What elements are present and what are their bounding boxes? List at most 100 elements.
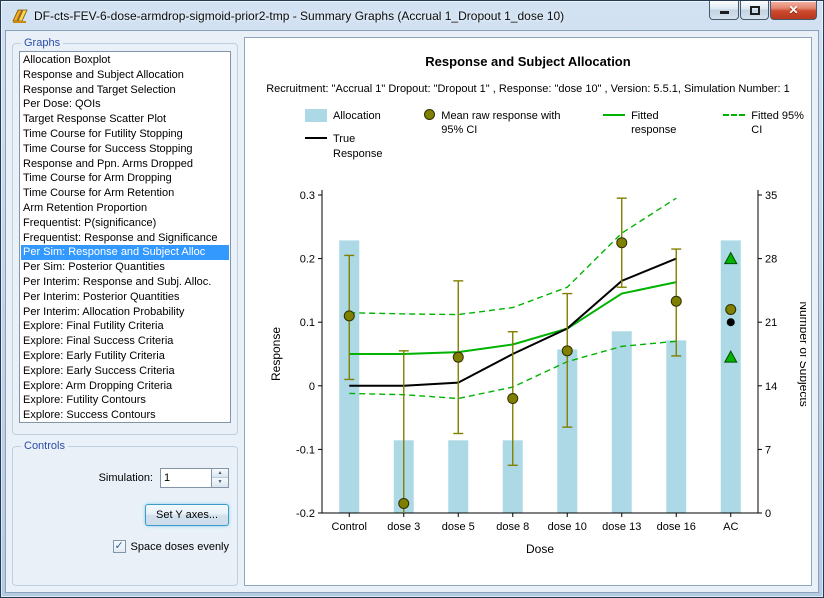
legend-item-true-response: True Response [305, 132, 400, 161]
left-axis-label: Response [269, 327, 283, 381]
chart-panel: Response and Subject Allocation Recruitm… [244, 37, 812, 586]
svg-text:14: 14 [765, 381, 777, 393]
graph-list-item[interactable]: Time Course for Arm Dropping [21, 171, 229, 186]
graph-list-item[interactable]: Allocation Boxplot [21, 53, 229, 68]
svg-text:0.1: 0.1 [300, 317, 315, 329]
chart-svg: -0.2-0.100.10.20.30714212835Controldose … [250, 165, 806, 567]
true-response-swatch-icon [305, 137, 327, 139]
svg-text:AC: AC [723, 521, 738, 533]
mean-raw-dot [562, 346, 572, 356]
space-doses-checkbox[interactable]: ✓ [113, 540, 126, 553]
controls-groupbox: Controls Simulation: ▲ ▼ Set Y axes... [12, 440, 238, 586]
graph-list-item[interactable]: Per Interim: Allocation Probability [21, 305, 229, 320]
graph-list-item[interactable]: Response and Subject Allocation [21, 68, 229, 83]
svg-text:-0.1: -0.1 [296, 444, 315, 456]
graph-list-item[interactable]: Per Sim: Response and Subject Alloc [21, 245, 229, 260]
graph-list-item[interactable]: Frequentist: P(significance) [21, 216, 229, 231]
mean-raw-dot [344, 311, 354, 321]
spin-down-button[interactable]: ▼ [212, 478, 228, 487]
mean-raw-dot [617, 238, 627, 248]
chart-legend: Allocation True Response Mean raw response… [305, 109, 811, 161]
graph-list-item[interactable]: Per Interim: Posterior Quantities [21, 290, 229, 305]
svg-text:dose 13: dose 13 [602, 521, 641, 533]
set-y-axes-button[interactable]: Set Y axes... [145, 504, 229, 526]
legend-label: Fitted 95% CI [751, 109, 811, 138]
graphs-listbox[interactable]: Allocation BoxplotResponse and Subject A… [19, 51, 231, 423]
titlebar: DF-cts-FEV-6-dose-armdrop-sigmoid-prior2… [5, 1, 819, 30]
minimize-icon [720, 11, 729, 14]
close-icon: ✕ [788, 4, 798, 16]
graph-list-item[interactable]: Explore: Success Contours [21, 408, 229, 423]
svg-text:dose 10: dose 10 [548, 521, 587, 533]
svg-text:28: 28 [765, 253, 777, 265]
graph-list-item[interactable]: Explore: Futility Contours [21, 393, 229, 408]
graph-list-item[interactable]: Response and Ppn. Arms Dropped [21, 157, 229, 172]
graph-list-item[interactable]: Frequentist: Response and Significance [21, 231, 229, 246]
mean-raw-dot [453, 352, 463, 362]
graph-list-item[interactable]: Per Dose: QOIs [21, 97, 229, 112]
svg-text:7: 7 [765, 444, 771, 456]
graph-list-item[interactable]: Explore: Early Futility Criteria [21, 349, 229, 364]
check-icon: ✓ [114, 541, 123, 552]
svg-text:dose 3: dose 3 [387, 521, 420, 533]
graph-list-item[interactable]: Target Response Scatter Plot [21, 112, 229, 127]
graph-list-item[interactable]: Time Course for Arm Retention [21, 186, 229, 201]
allocation-bar [666, 340, 686, 513]
x-axis-label: Dose [526, 542, 554, 556]
maximize-button[interactable] [740, 1, 769, 20]
graph-list-item[interactable]: Response and Target Selection [21, 83, 229, 98]
left-panel: Graphs Allocation BoxplotResponse and Su… [12, 37, 238, 586]
close-button[interactable]: ✕ [770, 1, 817, 20]
graph-list-item[interactable]: Arm Retention Proportion [21, 201, 229, 216]
svg-text:0: 0 [309, 381, 315, 393]
svg-text:0.2: 0.2 [300, 253, 315, 265]
space-doses-label: Space doses evenly [131, 541, 229, 553]
graph-list-item[interactable]: Time Course for Success Stopping [21, 142, 229, 157]
window-title: DF-cts-FEV-6-dose-armdrop-sigmoid-prior2… [34, 9, 564, 23]
fitted-ci-upper-line [349, 198, 676, 314]
chart-title: Response and Subject Allocation [245, 54, 811, 69]
graph-list-item[interactable]: Explore: Early Success Criteria [21, 364, 229, 379]
svg-text:-0.2: -0.2 [296, 508, 315, 520]
spin-up-button[interactable]: ▲ [212, 469, 228, 478]
window-controls: ✕ [708, 1, 817, 20]
legend-label: Mean raw response with 95% CI [441, 109, 579, 138]
legend-item-mean-raw: Mean raw response with 95% CI [424, 109, 579, 138]
ac-true-response-dot [727, 318, 735, 326]
graph-list-item[interactable]: Explore: Final Futility Criteria [21, 319, 229, 334]
graph-list-item[interactable]: Explore: Final Success Criteria [21, 334, 229, 349]
svg-text:dose 5: dose 5 [442, 521, 475, 533]
legend-item-allocation: Allocation [305, 109, 400, 123]
legend-item-fitted-response: Fitted response [603, 109, 699, 138]
simulation-input[interactable] [160, 468, 212, 488]
allocation-bar [448, 440, 468, 513]
app-icon [12, 8, 28, 24]
client-area: Graphs Allocation BoxplotResponse and Su… [5, 30, 819, 593]
graphs-groupbox: Graphs Allocation BoxplotResponse and Su… [12, 37, 238, 435]
svg-text:21: 21 [765, 317, 777, 329]
allocation-bar [721, 240, 741, 513]
right-axis-label: Number of Subjects [797, 301, 806, 406]
svg-text:Control: Control [332, 521, 367, 533]
graphs-groupbox-title: Graphs [21, 37, 63, 49]
legend-label: True Response [333, 132, 400, 161]
graph-list-item[interactable]: Per Sim: Posterior Quantities [21, 260, 229, 275]
svg-text:0: 0 [765, 508, 771, 520]
mean-raw-dot [508, 393, 518, 403]
maximize-icon [750, 6, 760, 15]
legend-label: Allocation [333, 109, 381, 123]
graph-list-item[interactable]: Time Course for Futility Stopping [21, 127, 229, 142]
allocation-swatch-icon [305, 109, 327, 122]
mean-raw-dot [399, 498, 409, 508]
svg-text:dose 8: dose 8 [496, 521, 529, 533]
svg-text:dose 16: dose 16 [657, 521, 696, 533]
graph-list-item[interactable]: Per Interim: Response and Subj. Alloc. [21, 275, 229, 290]
minimize-button[interactable] [709, 1, 739, 20]
simulation-row: Simulation: ▲ ▼ [19, 468, 231, 488]
graph-list-item[interactable]: Explore: Arm Dropping Criteria [21, 379, 229, 394]
app-window: DF-cts-FEV-6-dose-armdrop-sigmoid-prior2… [0, 0, 824, 598]
spin-buttons: ▲ ▼ [212, 468, 229, 488]
space-doses-row: ✓ Space doses evenly [19, 540, 231, 553]
mean-raw-swatch-icon [424, 109, 435, 120]
svg-text:35: 35 [765, 190, 777, 202]
